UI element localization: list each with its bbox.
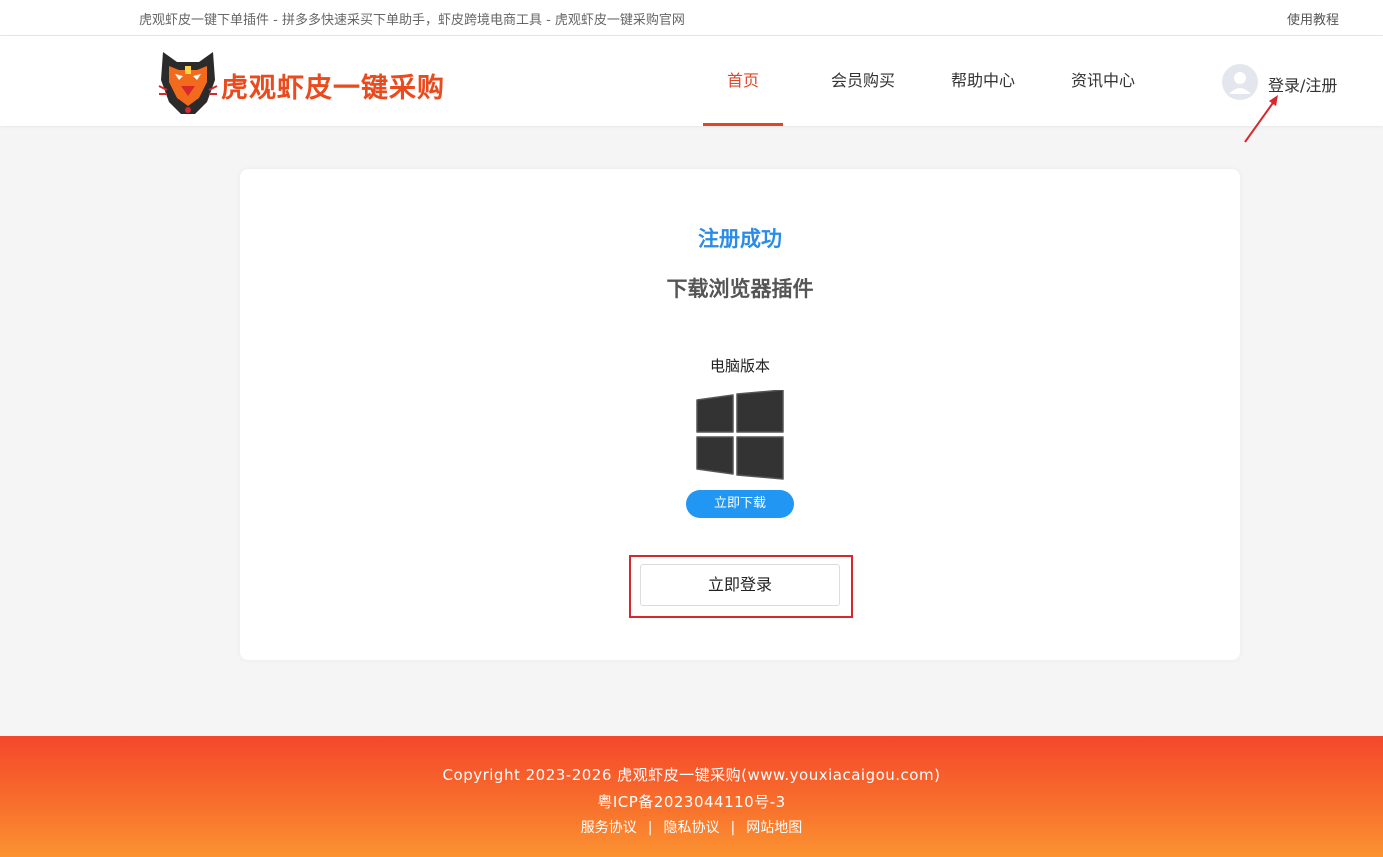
pc-version-label: 电脑版本 xyxy=(709,357,770,375)
nav-membership[interactable]: 会员购买 xyxy=(823,36,903,126)
annotation-arrow-icon xyxy=(1244,95,1278,143)
login-now-button[interactable]: 立即登录 xyxy=(640,564,840,606)
sitemap-link[interactable]: 网站地图 xyxy=(746,820,802,836)
nav-home[interactable]: 首页 xyxy=(703,36,783,126)
footer-links: 服务协议 | 隐私协议 | 网站地图 xyxy=(0,817,1383,837)
plugin-title: 下载浏览器插件 xyxy=(666,277,814,301)
logo-text: 虎观虾皮一键采购 xyxy=(221,73,445,104)
service-agreement-link[interactable]: 服务协议 xyxy=(581,820,637,836)
registration-success-card: 注册成功 下载浏览器插件 电脑版本 立即下载 立即登录 xyxy=(240,169,1240,660)
site-slogan: 虎观虾皮一键下单插件 - 拼多多快速采买下单助手，虾皮跨境电商工具 - 虎观虾皮… xyxy=(139,13,685,28)
icp-record-link[interactable]: 粤ICP备2023044110号-3 xyxy=(0,791,1383,812)
nav-news-center[interactable]: 资讯中心 xyxy=(1063,36,1143,126)
privacy-policy-link[interactable]: 隐私协议 xyxy=(664,820,720,836)
main-header: 虎观虾皮一键采购 首页 会员购买 帮助中心 资讯中心 登录/注册 xyxy=(0,36,1383,126)
site-logo[interactable]: 虎观虾皮一键采购 xyxy=(155,46,455,118)
windows-icon xyxy=(696,390,784,480)
footer-separator: | xyxy=(647,820,653,836)
download-now-button[interactable]: 立即下载 xyxy=(686,490,794,518)
top-info-bar: 虎观虾皮一键下单插件 - 拼多多快速采买下单助手，虾皮跨境电商工具 - 虎观虾皮… xyxy=(0,0,1383,36)
footer-separator: | xyxy=(730,820,736,836)
nav-help-center[interactable]: 帮助中心 xyxy=(943,36,1023,126)
copyright-text: Copyright 2023-2026 虎观虾皮一键采购(www.youxiac… xyxy=(442,766,941,784)
tiger-logo-icon xyxy=(158,52,218,114)
tutorial-link[interactable]: 使用教程 xyxy=(1287,9,1339,28)
success-title: 注册成功 xyxy=(698,227,782,251)
site-footer: Copyright 2023-2026 虎观虾皮一键采购(www.youxiac… xyxy=(0,736,1383,857)
